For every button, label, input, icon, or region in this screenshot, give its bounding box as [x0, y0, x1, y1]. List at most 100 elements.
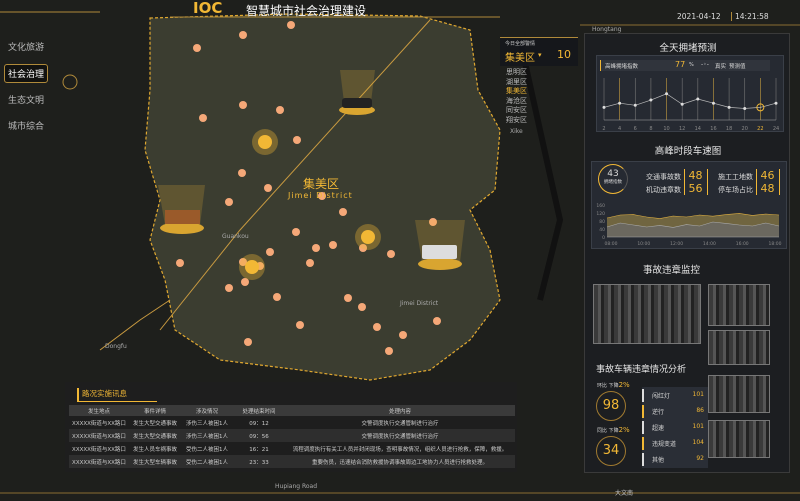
incident-dot[interactable] — [292, 228, 300, 236]
page-title: 智慧城市社会治理建设 — [246, 4, 367, 18]
col-header: 处理内容 — [285, 405, 515, 416]
data-point[interactable] — [727, 105, 731, 109]
x-tick-label: 08:00 — [605, 241, 618, 247]
incident-dot[interactable] — [387, 250, 395, 258]
district-caption: 今日全部警情 — [505, 41, 536, 47]
violation-analysis-panel: 事故车辆违章情况分析 环比 下降2% 98 同比 下降2% 34 闯红灯 101 … — [588, 360, 708, 468]
table-cell: 涉伤三人被困1人 — [181, 429, 233, 442]
incident-dot[interactable] — [339, 208, 347, 216]
table-cell: 重要伤员，迅速结合消防救援协调事故周边工地协力人员进行抢救处理。 — [285, 455, 515, 468]
camera-feed[interactable] — [708, 375, 770, 413]
data-point[interactable] — [649, 98, 653, 102]
incident-dot[interactable] — [193, 44, 201, 52]
incident-dot[interactable] — [296, 321, 304, 329]
district-selector[interactable]: 今日全部警情 集美区 ▾ 10 — [500, 37, 578, 66]
nav-item-ecology[interactable]: 生态文明 — [8, 93, 44, 106]
data-point[interactable] — [711, 101, 715, 105]
nav-item-city-overview[interactable]: 城市综合 — [8, 119, 44, 132]
table-cell: XXXXX街道与XX路口 — [72, 446, 126, 453]
congestion-forecast-panel: 全天拥堵预测 高峰拥堵指数 77 % -◦- 真实 预测值 2 4 6 8 10 12 14… — [588, 38, 788, 134]
yoy-gauge: 34 — [596, 436, 626, 466]
data-point[interactable] — [602, 105, 606, 109]
data-point[interactable] — [774, 101, 778, 105]
map-label: 大文南 — [615, 490, 634, 497]
incident-dot[interactable] — [239, 101, 247, 109]
incident-panel: 路况实施讯息 发生地点 事件详情 涉及情况 处理结束时间 处理内容 XXXXX街… — [65, 382, 517, 472]
table-cell: 23：33 — [233, 455, 285, 468]
district-option[interactable]: 湖里区 — [506, 78, 527, 88]
incident-dot[interactable] — [238, 169, 246, 177]
incident-dot[interactable] — [358, 303, 366, 311]
data-point[interactable] — [618, 101, 622, 105]
district-option[interactable]: 同安区 — [506, 106, 527, 116]
camera-feed-main[interactable] — [593, 284, 701, 344]
map-label: Jimei District — [400, 300, 439, 307]
camera-feed[interactable] — [708, 284, 770, 326]
table-row[interactable]: XXXXX街道与XX路口 发生大型车辆事故 受伤二人被困1人 23：33 重要伤员，迅速… — [69, 455, 515, 468]
incident-dot[interactable] — [239, 31, 247, 39]
table-cell: 交警调度执行交通管制进行治疗 — [285, 429, 515, 442]
camera-feed[interactable] — [708, 330, 770, 365]
data-point[interactable] — [633, 103, 637, 107]
incident-dot[interactable] — [433, 317, 441, 325]
table-cell: 交警调度执行交通管制进行治疗 — [361, 420, 439, 427]
data-point[interactable] — [743, 106, 747, 110]
incident-dot[interactable] — [373, 323, 381, 331]
table-cell: 受伤二人被困1人 — [181, 455, 233, 468]
map-label: Xike — [510, 128, 523, 135]
incident-dot[interactable] — [312, 244, 320, 252]
x-tick-label: 2 — [602, 126, 605, 132]
table-cell: 发生人员车祸事故 — [132, 446, 177, 453]
panel-title: 高峰时段车速图 — [654, 146, 722, 157]
table-row[interactable]: XXXXX街道与XX路口 发生人员车祸事故 受伤二人被困1人 16：21 流程调度执行有… — [69, 442, 515, 455]
speed-area-chart: 0 40 80 120 160 08:00 10:00 12:00 14:00 16:00 18:0… — [596, 203, 782, 247]
incident-dot[interactable] — [264, 184, 272, 192]
incident-dot[interactable] — [344, 294, 352, 302]
list-item: 闯红灯 101 — [642, 387, 708, 404]
table-cell: 发生大型车辆事故 — [129, 455, 181, 468]
legend-predicted: 预测值 — [729, 64, 746, 70]
x-tick-label: 4 — [618, 126, 621, 132]
district-option[interactable]: 思明区 — [506, 68, 527, 78]
nav-item-social-governance[interactable]: 社会治理 — [4, 64, 49, 83]
incident-dot[interactable] — [329, 241, 337, 249]
incident-dot[interactable] — [385, 347, 393, 355]
col-header: 事件详情 — [129, 405, 181, 416]
panel-title: 事故车辆违章情况分析 — [596, 365, 687, 375]
x-tick-label: 18 — [726, 126, 732, 132]
incident-dot[interactable] — [225, 284, 233, 292]
incident-dot[interactable] — [273, 293, 281, 301]
list-item: 违规变道 104 — [642, 435, 708, 452]
incident-dot[interactable] — [276, 106, 284, 114]
stat-accidents: 交通事故数 48 — [646, 169, 708, 182]
incident-dot[interactable] — [199, 114, 207, 122]
camera-feed[interactable] — [708, 420, 770, 458]
table-cell: 流程调度执行有关工人员并封闭现场，查明事故情况，组织人员进行抢救，保障，救援。 — [292, 446, 508, 453]
table-row[interactable]: XXXXX街道与XX路口 发生大型交通事故 涉伤三人被困1人 09：56 交警调度执行交… — [69, 429, 515, 442]
congestion-line — [603, 93, 777, 109]
district-option[interactable]: 翔安区 — [506, 116, 527, 126]
data-point[interactable] — [665, 92, 669, 96]
incident-dot[interactable] — [399, 331, 407, 339]
incident-dot[interactable] — [293, 136, 301, 144]
table-row[interactable]: XXXXX街道与XX路口 发生大型交通事故 涉伤三人被困1人 09：12 交警调度执行交… — [69, 416, 515, 429]
incident-dot[interactable] — [176, 259, 184, 267]
incident-dot[interactable] — [306, 259, 314, 267]
incident-dot[interactable] — [266, 248, 274, 256]
table-cell: XXXXX街道与XX路口 — [69, 429, 129, 442]
incident-dot[interactable] — [244, 338, 252, 346]
data-point[interactable] — [696, 97, 700, 101]
x-tick-label: 18:00 — [769, 241, 782, 247]
date: 2021-04-12 — [677, 12, 721, 21]
incident-dot[interactable] — [287, 21, 295, 29]
table-cell: 涉伤三人被困1人 — [186, 420, 228, 427]
mom-gauge: 98 — [596, 391, 626, 421]
incident-dot[interactable] — [225, 198, 233, 206]
x-tick-label: 10:00 — [637, 241, 650, 247]
x-tick-label: 16 — [710, 126, 716, 132]
district-option-active[interactable]: 集美区 — [506, 87, 527, 97]
nav-item-culture-tourism[interactable]: 文化旅游 — [8, 40, 44, 53]
x-tick-label: 6 — [634, 126, 637, 132]
district-option[interactable]: 海沧区 — [506, 97, 527, 107]
data-point[interactable] — [680, 102, 684, 106]
